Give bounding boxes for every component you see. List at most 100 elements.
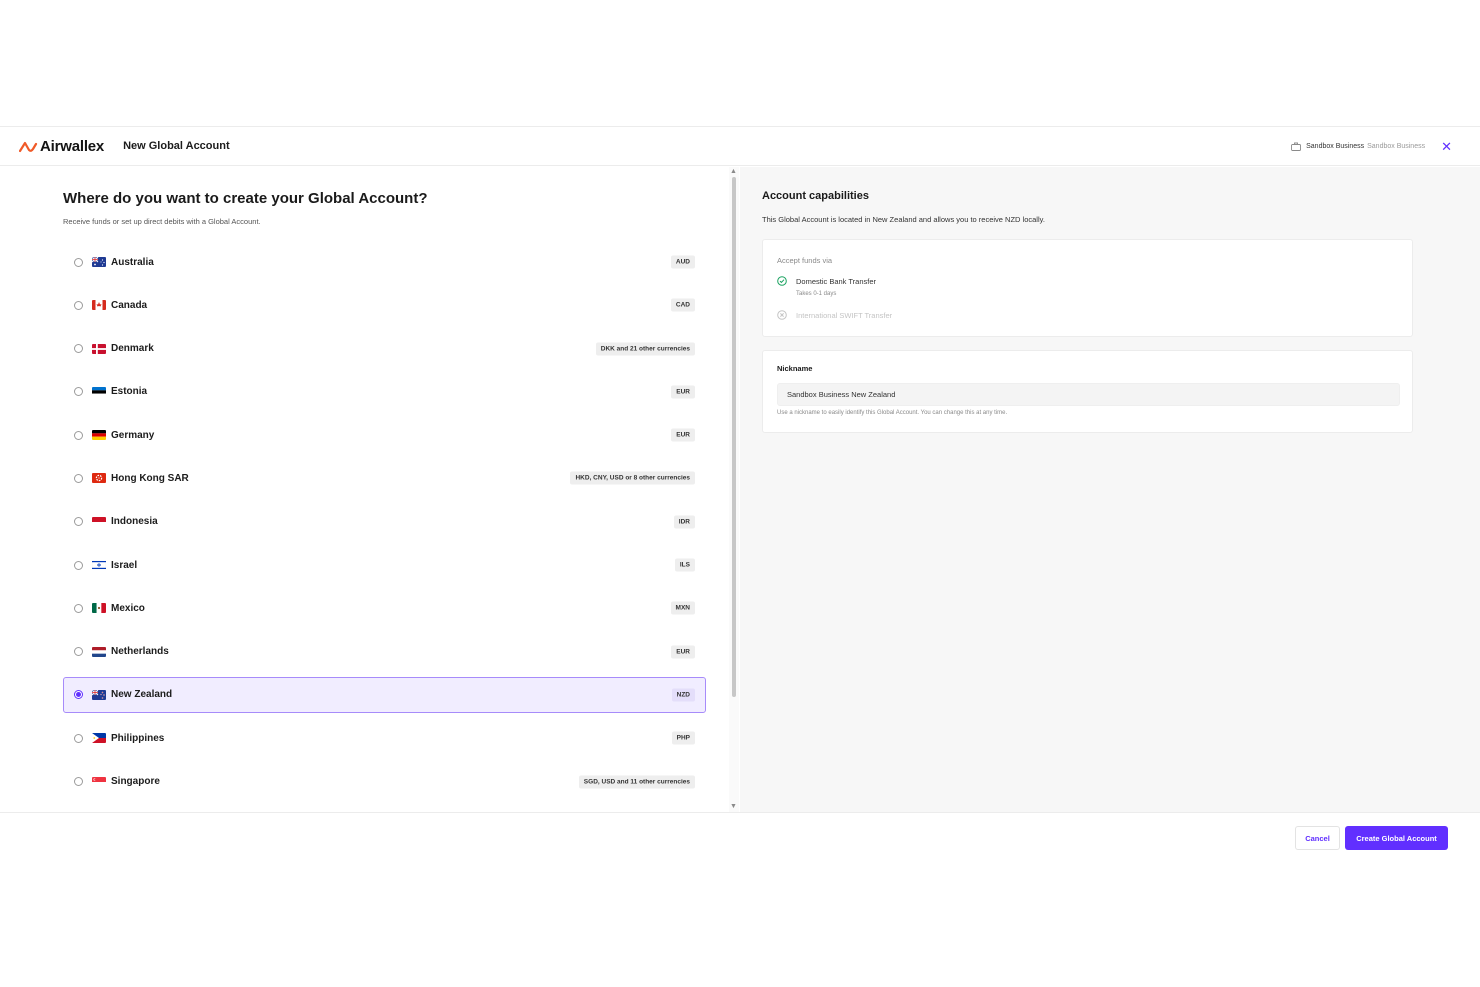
close-icon[interactable]: ✕ (1441, 140, 1452, 153)
radio-button[interactable] (74, 733, 83, 743)
country-row-germany[interactable]: Germany EUR (63, 417, 706, 453)
new-zealand-flag-icon (92, 689, 106, 700)
country-name: Estonia (111, 386, 148, 398)
currency-badge: PHP (671, 731, 695, 745)
philippines-flag-icon (92, 733, 106, 744)
indonesia-flag-icon (92, 516, 106, 527)
radio-button[interactable] (74, 777, 83, 787)
currency-badge: EUR (671, 428, 695, 442)
radio-button[interactable] (74, 257, 83, 267)
method-name: International SWIFT Transfer (796, 310, 893, 320)
airwallex-logo: Airwallex (19, 138, 104, 155)
currency-badge: EUR (671, 645, 695, 659)
brand-name: Airwallex (40, 137, 105, 155)
radio-button[interactable] (74, 517, 83, 527)
radio-button[interactable] (74, 344, 83, 354)
currency-badge: ILS (674, 558, 695, 572)
radio-button[interactable] (74, 647, 83, 657)
currency-badge: DKK and 21 other currencies (595, 342, 695, 356)
country-list: Australia AUD Canada CAD Denmark DKK and… (63, 244, 706, 807)
currency-badge: AUD (670, 255, 695, 269)
australia-flag-icon (92, 257, 106, 267)
currency-badge: HKD, CNY, USD or 8 other currencies (570, 471, 695, 485)
currency-badge: IDR (673, 515, 695, 529)
country-row-estonia[interactable]: Estonia EUR (63, 374, 706, 410)
country-name: Germany (111, 429, 155, 441)
radio-button[interactable] (74, 603, 83, 613)
country-name: New Zealand (111, 689, 173, 701)
x-circle-icon (777, 310, 787, 320)
country-name: Australia (111, 256, 154, 268)
scrollbar-thumb[interactable] (732, 177, 736, 697)
business-sub: Sandbox Business (1367, 143, 1426, 150)
method-domestic: Domestic Bank Transfer (777, 276, 876, 286)
country-name: Hong Kong SAR (111, 472, 189, 484)
method-swift: International SWIFT Transfer (777, 310, 892, 320)
method-name: Domestic Bank Transfer (796, 276, 877, 286)
country-name: Israel (111, 559, 138, 571)
modal-frame: Airwallex New Global Account Sandbox Bus… (0, 126, 1480, 863)
country-row-philippines[interactable]: Philippines PHP (63, 720, 706, 756)
country-selection-pane: Where do you want to create your Global … (5, 167, 739, 812)
country-name: Indonesia (111, 516, 158, 528)
radio-button[interactable] (74, 473, 83, 483)
country-row-new-zealand[interactable]: New Zealand NZD (63, 676, 706, 713)
capabilities-heading: Account capabilities (762, 190, 869, 202)
estonia-flag-icon (92, 386, 106, 397)
accept-funds-label: Accept funds via (777, 256, 833, 265)
capabilities-pane: Account capabilities This Global Account… (740, 167, 1480, 812)
radio-button[interactable] (74, 560, 83, 570)
singapore-flag-icon (92, 776, 106, 787)
airwallex-logo-icon (19, 141, 38, 152)
country-name: Canada (111, 299, 148, 311)
nickname-card: Nickname Use a nickname to easily identi… (762, 350, 1413, 433)
currency-badge: MXN (670, 601, 695, 615)
account-switcher[interactable]: Sandbox Business Sandbox Business ✕ (1291, 127, 1452, 166)
country-row-canada[interactable]: Canada CAD (63, 287, 706, 323)
country-name: Philippines (111, 732, 165, 744)
capabilities-description: This Global Account is located in New Ze… (762, 215, 1045, 224)
business-name: Sandbox Business (1306, 143, 1365, 150)
scroll-up-arrow-icon[interactable]: ▲ (730, 168, 737, 175)
radio-button[interactable] (74, 430, 83, 440)
question-subtitle: Receive funds or set up direct debits wi… (63, 217, 261, 226)
accept-funds-card: Accept funds via Domestic Bank Transfer … (762, 239, 1413, 337)
canada-flag-icon (92, 300, 106, 311)
check-circle-icon (777, 276, 787, 286)
country-row-indonesia[interactable]: Indonesia IDR (63, 504, 706, 540)
footer-bar: Cancel Create Global Account (0, 812, 1480, 863)
cancel-button[interactable]: Cancel (1295, 826, 1340, 850)
country-name: Denmark (111, 343, 154, 355)
denmark-flag-icon (92, 343, 106, 354)
radio-button[interactable] (74, 300, 83, 310)
country-row-singapore[interactable]: Singapore SGD, USD and 11 other currenci… (63, 764, 706, 800)
radio-button-selected[interactable] (74, 690, 83, 700)
country-name: Netherlands (111, 646, 169, 658)
currency-badge: NZD (671, 688, 695, 702)
country-row-australia[interactable]: Australia AUD (63, 244, 706, 280)
radio-button[interactable] (74, 387, 83, 397)
currency-badge: EUR (671, 385, 695, 399)
scroll-down-arrow-icon[interactable]: ▼ (730, 803, 737, 810)
country-row-hong-kong[interactable]: Hong Kong SAR HKD, CNY, USD or 8 other c… (63, 460, 706, 496)
nickname-input[interactable] (777, 383, 1400, 406)
country-row-israel[interactable]: Israel ILS (63, 547, 706, 583)
country-row-mexico[interactable]: Mexico MXN (63, 590, 706, 626)
country-name: Mexico (111, 602, 145, 614)
currency-badge: SGD, USD and 11 other currencies (578, 775, 695, 789)
mexico-flag-icon (92, 603, 106, 614)
method-time: Takes 0-1 days (796, 291, 837, 297)
currency-badge: CAD (670, 298, 695, 312)
briefcase-icon (1291, 142, 1302, 151)
page-title: New Global Account (123, 140, 230, 152)
nickname-help-text: Use a nickname to easily identify this G… (777, 410, 1008, 416)
country-row-netherlands[interactable]: Netherlands EUR (63, 634, 706, 670)
germany-flag-icon (92, 430, 106, 441)
hong-kong-flag-icon (92, 473, 106, 484)
netherlands-flag-icon (92, 646, 106, 657)
nickname-label: Nickname (777, 364, 813, 373)
country-row-denmark[interactable]: Denmark DKK and 21 other currencies (63, 331, 706, 367)
country-name: Singapore (111, 776, 160, 788)
top-header: Airwallex New Global Account Sandbox Bus… (0, 127, 1480, 166)
create-global-account-button[interactable]: Create Global Account (1345, 826, 1448, 850)
